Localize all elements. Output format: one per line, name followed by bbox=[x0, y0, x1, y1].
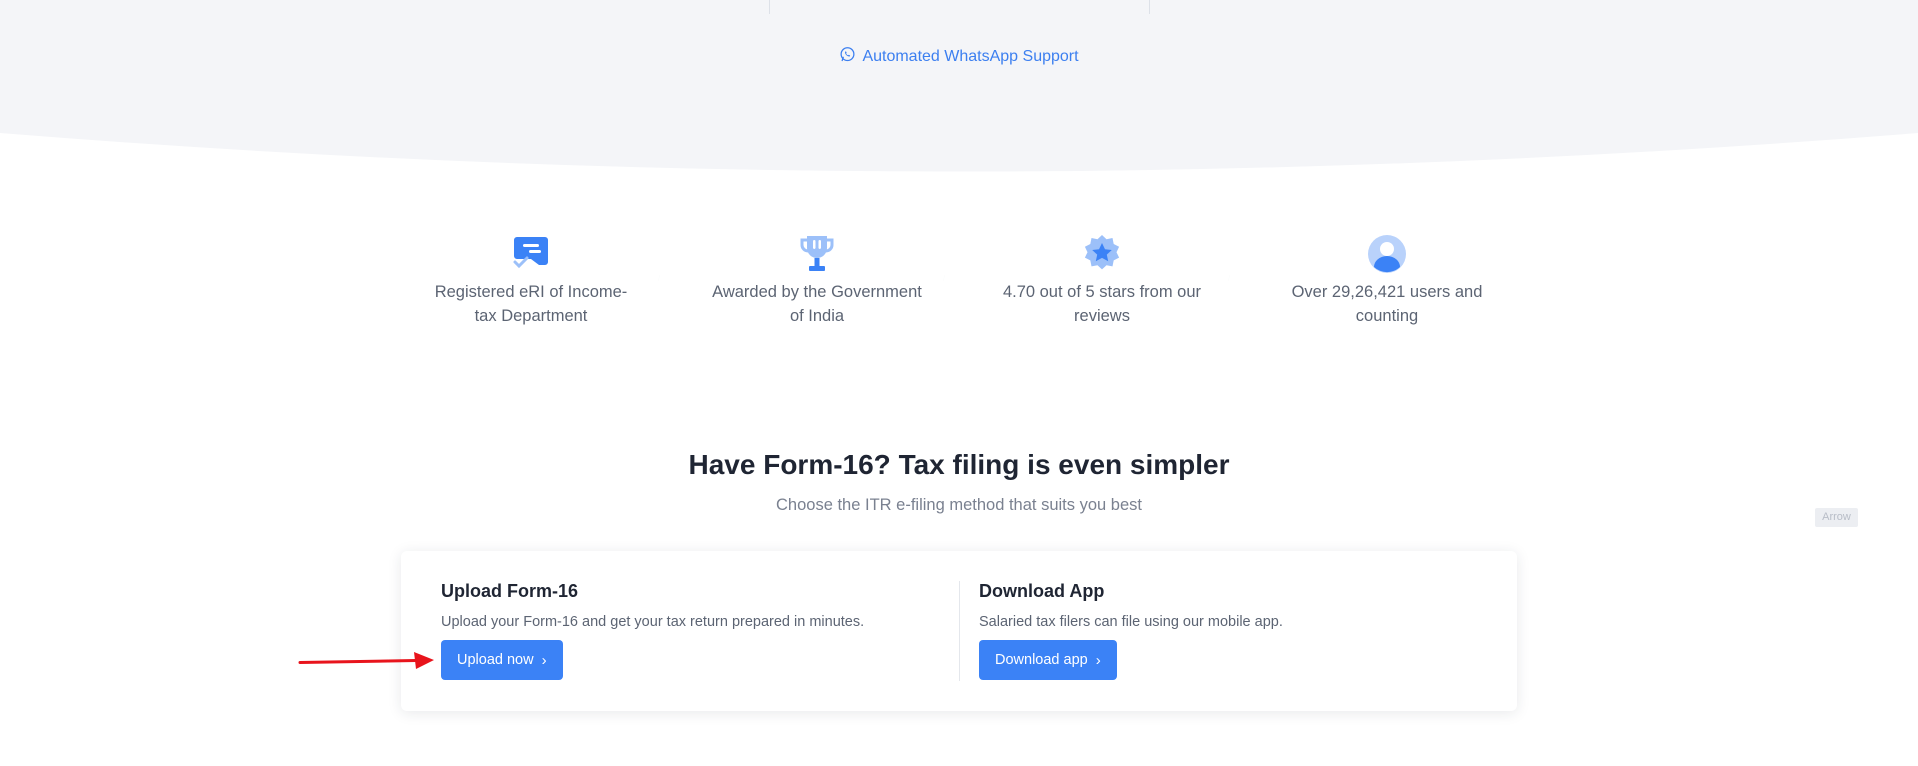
section-subtitle: Choose the ITR e-filing method that suit… bbox=[776, 496, 1142, 514]
whatsapp-support-link[interactable]: Automated WhatsApp Support bbox=[0, 46, 1918, 68]
arrow-tag: Arrow bbox=[1815, 508, 1858, 527]
column-divider bbox=[769, 0, 770, 14]
upload-option-description: Upload your Form-16 and get your tax ret… bbox=[441, 614, 865, 630]
upload-now-button[interactable]: Upload now › bbox=[441, 640, 563, 680]
download-app-option: Download App Salaried tax filers can fil… bbox=[979, 581, 1283, 680]
chevron-right-icon: › bbox=[541, 651, 547, 669]
annotation-arrow-icon bbox=[298, 652, 434, 669]
feature-divider bbox=[1228, 275, 1230, 281]
trust-features: Registered eRI of Income-tax Department … bbox=[0, 232, 1918, 342]
upload-form16-option: Upload Form-16 Upload your Form-16 and g… bbox=[441, 581, 864, 680]
whatsapp-icon bbox=[839, 46, 856, 68]
star-badge-icon bbox=[1080, 232, 1124, 276]
feature-text: 4.70 out of 5 stars from our reviews bbox=[1002, 283, 1202, 325]
upload-option-title: Upload Form-16 bbox=[441, 581, 579, 601]
feature-item: Registered eRI of Income-tax Department bbox=[426, 232, 636, 328]
feature-text: Over 29,26,421 users and counting bbox=[1291, 283, 1483, 325]
feature-text: Registered eRI of Income-tax Department bbox=[434, 283, 628, 325]
app-option-title: Download App bbox=[979, 581, 1105, 601]
feature-text: Awarded by the Government of India bbox=[712, 283, 922, 325]
feature-item: Over 29,26,421 users and counting bbox=[1282, 232, 1492, 328]
download-app-label: Download app bbox=[995, 652, 1088, 668]
download-app-button[interactable]: Download app › bbox=[979, 640, 1117, 680]
user-avatar-icon bbox=[1365, 232, 1409, 276]
filing-options-card: Upload Form-16 Upload your Form-16 and g… bbox=[401, 551, 1517, 711]
app-option-description: Salaried tax filers can file using our m… bbox=[979, 614, 1283, 630]
top-band bbox=[0, 0, 1918, 190]
certificate-icon bbox=[509, 232, 553, 276]
feature-divider bbox=[658, 275, 660, 281]
section-title: Have Form-16? Tax filing is even simpler bbox=[688, 449, 1230, 480]
feature-item: Awarded by the Government of India bbox=[712, 232, 922, 328]
feature-item: 4.70 out of 5 stars from our reviews bbox=[997, 232, 1207, 328]
upload-now-label: Upload now bbox=[457, 652, 534, 668]
card-divider bbox=[959, 581, 960, 681]
trophy-icon bbox=[795, 232, 839, 276]
chevron-right-icon: › bbox=[1095, 651, 1101, 669]
feature-divider bbox=[943, 275, 945, 281]
column-divider bbox=[1149, 0, 1150, 14]
whatsapp-support-label: Automated WhatsApp Support bbox=[862, 48, 1079, 65]
